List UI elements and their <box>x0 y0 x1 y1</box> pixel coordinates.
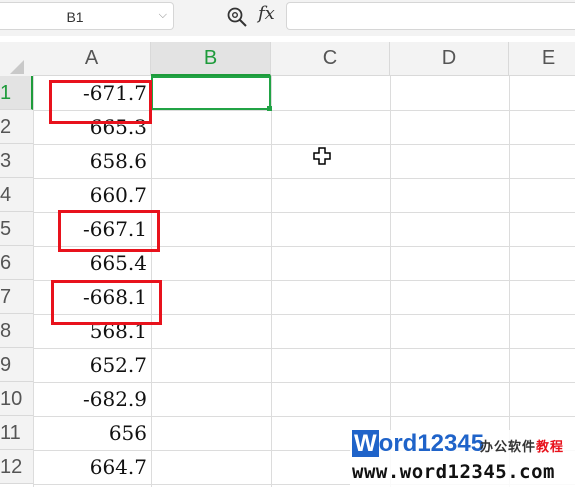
watermark-url: www.word12345.com <box>352 461 555 483</box>
fill-handle[interactable] <box>267 106 272 111</box>
formula-input[interactable] <box>286 2 575 30</box>
row-header[interactable]: 6 <box>0 246 33 280</box>
row-header[interactable]: 1 <box>0 76 33 110</box>
column-header-e[interactable]: E <box>509 42 575 75</box>
name-box-value: B1 <box>66 9 84 25</box>
cell-a10[interactable]: -682.9 <box>33 382 151 416</box>
column-header-d[interactable]: D <box>390 42 509 75</box>
cell-a11[interactable]: 656 <box>33 416 151 450</box>
cell-a12[interactable]: 664.7 <box>33 450 151 484</box>
watermark-brand: Word12345 <box>352 430 485 457</box>
row-header[interactable]: 2 <box>0 110 33 144</box>
watermark: Word12345 办公软件教程 www.word12345.com <box>350 430 575 487</box>
row-header[interactable]: 8 <box>0 314 33 348</box>
cell-cursor-icon <box>313 147 331 165</box>
watermark-tagline: 办公软件教程 <box>480 440 565 455</box>
gridline <box>390 76 391 487</box>
fx-icon[interactable]: fx <box>258 3 275 24</box>
formula-bar: B1 ⌵ fx <box>0 0 575 36</box>
zoom-icon[interactable] <box>226 6 248 28</box>
column-header-c[interactable]: C <box>271 42 390 75</box>
selected-cell-b1[interactable] <box>151 76 271 110</box>
row-header[interactable]: 3 <box>0 144 33 178</box>
row-header[interactable]: 12 <box>0 450 33 484</box>
highlight-box-row-5 <box>58 210 160 252</box>
chevron-down-icon[interactable]: ⌵ <box>159 9 167 22</box>
column-header-row: A B C D E <box>0 42 575 76</box>
gridline <box>271 76 272 487</box>
column-header-b[interactable]: B <box>151 42 271 76</box>
cell-a9[interactable]: 652.7 <box>33 348 151 382</box>
row-header[interactable]: 4 <box>0 178 33 212</box>
row-header[interactable]: 5 <box>0 212 33 246</box>
cell-a3[interactable]: 658.6 <box>33 144 151 178</box>
highlight-box-row-7 <box>51 280 162 325</box>
column-header-a[interactable]: A <box>33 42 151 75</box>
row-header[interactable]: 9 <box>0 348 33 382</box>
row-header[interactable]: 7 <box>0 280 33 314</box>
row-header[interactable]: 11 <box>0 416 33 450</box>
select-all-corner[interactable] <box>0 42 33 76</box>
highlight-box-row-1 <box>49 80 152 124</box>
row-header[interactable]: 10 <box>0 382 33 416</box>
name-box[interactable]: B1 ⌵ <box>0 2 174 30</box>
cell-a4[interactable]: 660.7 <box>33 178 151 212</box>
gridline <box>509 76 510 487</box>
